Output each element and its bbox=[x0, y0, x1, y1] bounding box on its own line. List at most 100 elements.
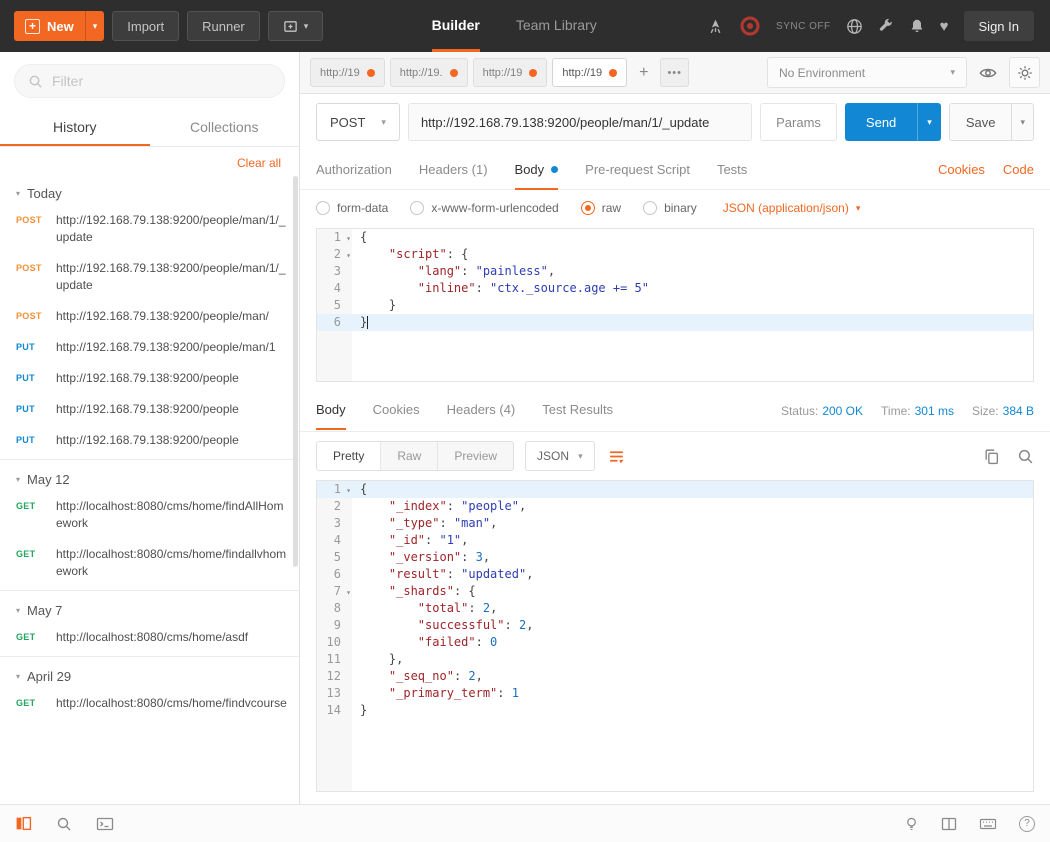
response-body-editor[interactable]: 1{2 "_index": "people",3 "_type": "man",… bbox=[316, 480, 1034, 792]
body-mode-binary[interactable]: binary bbox=[643, 201, 697, 215]
word-wrap-icon[interactable] bbox=[608, 448, 625, 465]
send-button[interactable]: Send bbox=[845, 103, 917, 141]
new-dropdown-caret[interactable]: ▾ bbox=[85, 11, 105, 41]
history-item[interactable]: PUThttp://192.168.79.138:9200/people/man… bbox=[0, 335, 299, 366]
response-section-tab-cookies[interactable]: Cookies bbox=[373, 390, 420, 430]
environment-select[interactable]: No Environment ▾ bbox=[767, 57, 967, 88]
filter-input[interactable] bbox=[52, 73, 271, 89]
request-builder-row: POST ▾ Params Send ▾ Save ▾ bbox=[300, 94, 1050, 150]
request-tab-2[interactable]: http://19. bbox=[390, 58, 468, 87]
method-select[interactable]: POST ▾ bbox=[316, 103, 400, 141]
environment-area: No Environment ▾ bbox=[767, 57, 1040, 88]
header-tab-builder[interactable]: Builder bbox=[432, 0, 480, 52]
response-tabs: Body Cookies Headers (4) Test Results bbox=[316, 390, 613, 431]
request-tab-3[interactable]: http://19 bbox=[473, 58, 548, 87]
line-number: 6 bbox=[317, 566, 352, 583]
line-number: 4 bbox=[317, 280, 352, 297]
response-section-tab-headers-4[interactable]: Headers (4) bbox=[447, 390, 516, 430]
sidebar-toggle-icon[interactable] bbox=[15, 815, 32, 832]
history-group-header[interactable]: ▾April 29 bbox=[0, 657, 299, 691]
wrench-icon[interactable] bbox=[878, 18, 894, 34]
request-section-tab-authorization[interactable]: Authorization bbox=[316, 150, 392, 190]
view-mode-pretty[interactable]: Pretty bbox=[317, 442, 380, 470]
keyboard-shortcuts-icon[interactable] bbox=[979, 816, 997, 832]
code-line: 5 "_version": 3, bbox=[317, 549, 1033, 566]
history-group-header[interactable]: ▾May 7 bbox=[0, 591, 299, 625]
code-text: "_type": "man", bbox=[352, 515, 1033, 532]
sync-status-icon[interactable] bbox=[739, 15, 761, 37]
history-item[interactable]: GEThttp://localhost:8080/cms/home/findvc… bbox=[0, 691, 299, 722]
status-badge: Status:200 OK bbox=[781, 404, 863, 418]
import-button[interactable]: Import bbox=[112, 11, 179, 41]
history-group-label: April 29 bbox=[27, 669, 71, 684]
interceptor-icon[interactable] bbox=[707, 18, 724, 35]
new-button-label: New bbox=[47, 19, 74, 34]
clear-all-link[interactable]: Clear all bbox=[237, 156, 281, 170]
history-group-header[interactable]: ▾May 12 bbox=[0, 460, 299, 494]
method-value: POST bbox=[330, 115, 365, 130]
sidebar-tab-history[interactable]: History bbox=[0, 108, 150, 146]
search-all-icon[interactable] bbox=[56, 816, 72, 832]
cookies-link[interactable]: Cookies bbox=[938, 162, 985, 177]
search-response-icon[interactable] bbox=[1017, 448, 1034, 465]
save-dropdown-caret[interactable]: ▾ bbox=[1011, 103, 1034, 141]
history-item[interactable]: POSThttp://192.168.79.138:9200/people/ma… bbox=[0, 208, 299, 256]
sidebar-scrollbar[interactable] bbox=[293, 176, 298, 567]
history-item[interactable]: PUThttp://192.168.79.138:9200/people bbox=[0, 366, 299, 397]
history-item[interactable]: GEThttp://localhost:8080/cms/home/findAl… bbox=[0, 494, 299, 542]
new-button[interactable]: + New bbox=[14, 11, 85, 41]
response-format-select[interactable]: JSON ▾ bbox=[525, 441, 595, 471]
url-input[interactable] bbox=[408, 103, 752, 141]
heart-icon[interactable]: ♥ bbox=[940, 18, 949, 35]
globe-icon[interactable] bbox=[846, 18, 863, 35]
request-section-tab-body[interactable]: Body bbox=[515, 150, 559, 190]
two-pane-layout-icon[interactable] bbox=[941, 816, 957, 832]
lightbulb-icon[interactable] bbox=[904, 816, 919, 832]
environment-preview-eye-icon[interactable] bbox=[979, 64, 997, 82]
history-group-header[interactable]: ▾Today bbox=[0, 174, 299, 208]
history-item[interactable]: POSThttp://192.168.79.138:9200/people/ma… bbox=[0, 304, 299, 335]
code-text: } bbox=[352, 314, 1033, 331]
console-icon[interactable] bbox=[96, 816, 114, 832]
add-tab-button[interactable]: + bbox=[632, 64, 655, 82]
view-mode-raw[interactable]: Raw bbox=[380, 442, 437, 470]
more-tabs-button[interactable]: ••• bbox=[660, 58, 689, 87]
body-mode-form-data[interactable]: form-data bbox=[316, 201, 388, 215]
history-item[interactable]: PUThttp://192.168.79.138:9200/people bbox=[0, 428, 299, 459]
time-label: Time: bbox=[881, 404, 911, 418]
top-header: + New ▾ Import Runner ▾ Builder Team Libr… bbox=[0, 0, 1050, 52]
body-mode-x-www-form-urlencoded[interactable]: x-www-form-urlencoded bbox=[410, 201, 558, 215]
sidebar-tab-collections[interactable]: Collections bbox=[150, 108, 300, 146]
history-item[interactable]: PUThttp://192.168.79.138:9200/people bbox=[0, 397, 299, 428]
help-icon[interactable]: ? bbox=[1019, 816, 1035, 832]
code-link[interactable]: Code bbox=[1003, 162, 1034, 177]
copy-icon[interactable] bbox=[983, 448, 1000, 465]
save-button[interactable]: Save bbox=[949, 103, 1012, 141]
request-section-tab-pre-request-script[interactable]: Pre-request Script bbox=[585, 150, 690, 190]
response-section-tab-test-results[interactable]: Test Results bbox=[542, 390, 613, 430]
settings-gear-icon[interactable] bbox=[1009, 57, 1040, 88]
save-button-group: Save ▾ bbox=[949, 103, 1034, 141]
view-mode-preview[interactable]: Preview bbox=[437, 442, 513, 470]
request-tab-4[interactable]: http://19 bbox=[552, 58, 627, 87]
history-item[interactable]: POSThttp://192.168.79.138:9200/people/ma… bbox=[0, 256, 299, 304]
code-text: "_index": "people", bbox=[352, 498, 1033, 515]
chevron-down-icon: ▾ bbox=[950, 67, 955, 78]
history-item[interactable]: GEThttp://localhost:8080/cms/home/asdf bbox=[0, 625, 299, 656]
sign-in-button[interactable]: Sign In bbox=[964, 11, 1034, 41]
body-mode-raw[interactable]: raw bbox=[581, 201, 621, 215]
request-section-tab-tests[interactable]: Tests bbox=[717, 150, 747, 190]
params-button[interactable]: Params bbox=[760, 103, 837, 141]
history-item[interactable]: GEThttp://localhost:8080/cms/home/findal… bbox=[0, 542, 299, 590]
header-tab-team-library[interactable]: Team Library bbox=[516, 0, 597, 52]
content-type-select[interactable]: JSON (application/json) ▾ bbox=[723, 201, 861, 215]
runner-button[interactable]: Runner bbox=[187, 11, 260, 41]
request-body-editor[interactable]: 1{2 "script": {3 "lang": "painless",4 "i… bbox=[316, 228, 1034, 382]
bell-icon[interactable] bbox=[909, 18, 925, 34]
request-tab-1[interactable]: http://19 bbox=[310, 58, 385, 87]
new-window-button[interactable]: ▾ bbox=[268, 11, 324, 41]
line-number: 5 bbox=[317, 549, 352, 566]
response-section-tab-body[interactable]: Body bbox=[316, 390, 346, 430]
send-dropdown-caret[interactable]: ▾ bbox=[917, 103, 941, 141]
request-section-tab-headers-1[interactable]: Headers (1) bbox=[419, 150, 488, 190]
